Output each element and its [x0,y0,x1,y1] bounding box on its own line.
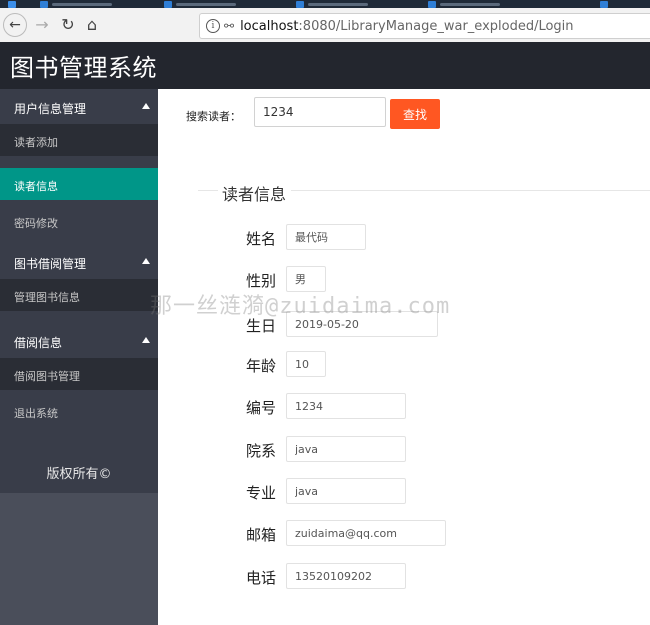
field-label: 专业 [246,484,277,502]
sidebar-item-password[interactable]: 密码修改 [0,200,158,244]
phone-field[interactable] [286,563,406,589]
sidebar-item-label: 密码修改 [14,217,58,230]
sidebar-item-label: 读者信息 [14,180,58,193]
department-field[interactable] [286,436,406,462]
form-row-email: 邮箱 [158,520,650,550]
form-row-phone: 电话 [158,563,650,593]
sidebar-group-label: 图书借阅管理 [14,257,87,271]
field-label: 院系 [246,442,277,460]
email-field[interactable] [286,520,446,546]
address-bar[interactable]: i ⚯ localhost:8080/LibraryManage_war_exp… [199,13,650,39]
field-label: 姓名 [246,230,277,248]
browser-tab-strip [0,0,650,8]
sidebar-item-book-manage[interactable]: 管理图书信息 [0,279,158,311]
browser-tab[interactable] [164,0,236,8]
tab-favicon-icon [8,0,16,8]
caret-up-icon [142,337,150,343]
browser-tab[interactable] [296,0,368,8]
age-field[interactable] [286,351,326,377]
forward-arrow-icon[interactable]: → [30,12,54,36]
caret-up-icon [142,258,150,264]
tab-favicon-icon [40,0,48,8]
reader-id-field[interactable] [286,393,406,419]
key-icon[interactable]: ⚯ [224,19,234,33]
form-row-name: 姓名 [158,224,650,254]
tab-favicon-icon [428,0,436,8]
field-label: 电话 [246,569,277,587]
sidebar-item-label: 读者添加 [14,136,58,149]
sidebar-group-borrow-info[interactable]: 借阅信息 [0,323,158,358]
field-label: 年龄 [246,357,277,375]
browser-tab[interactable] [600,0,608,8]
app-header: 图书管理系统 [0,42,650,89]
browser-tab[interactable] [40,0,112,8]
form-row-age: 年龄 [158,351,650,381]
search-button[interactable]: 查找 [390,99,440,129]
tab-favicon-icon [164,0,172,8]
search-reader-input[interactable] [254,97,386,127]
field-label: 邮箱 [246,526,277,544]
site-info-icon[interactable]: i [206,19,220,33]
major-field[interactable] [286,478,406,504]
name-field[interactable] [286,224,366,250]
sidebar: 用户信息管理 读者添加 读者信息 密码修改 图书借阅管理 管理图书信息 借阅信息… [0,89,158,625]
sidebar-group-label: 借阅信息 [14,336,63,350]
fieldset-border [198,190,218,191]
sidebar-item-logout[interactable]: 退出系统 [0,390,158,434]
app-title: 图书管理系统 [10,54,157,82]
browser-nav-bar: ← → ↻ ⌂ i ⚯ localhost:8080/LibraryManage… [0,8,650,43]
browser-tab[interactable] [8,0,16,8]
sidebar-item-label: 管理图书信息 [14,291,80,304]
reader-info-legend: 读者信息 [222,185,287,204]
reload-icon[interactable]: ↻ [56,12,80,36]
sidebar-group-label: 用户信息管理 [14,102,87,116]
form-row-id: 编号 [158,393,650,423]
sidebar-item-reader-info[interactable]: 读者信息 [0,168,158,200]
back-arrow-icon[interactable]: ← [3,13,27,37]
watermark-text: 那一丝涟漪@zuidaima.com [150,294,451,319]
search-label: 搜索读者： [186,110,241,123]
tab-favicon-icon [296,0,304,8]
form-row-department: 院系 [158,436,650,466]
field-label: 编号 [246,399,277,417]
browser-tab[interactable] [428,0,500,8]
form-row-major: 专业 [158,478,650,508]
main-content: 搜索读者： 查找 读者信息 姓名 性别 生日 年龄 编号 院系 专业 邮箱 电话 [158,89,650,625]
home-icon[interactable]: ⌂ [80,12,104,36]
caret-up-icon [142,103,150,109]
sidebar-item-label: 退出系统 [14,407,58,420]
sidebar-item-reader-add[interactable]: 读者添加 [0,124,158,156]
url-text[interactable]: localhost:8080/LibraryManage_war_explode… [240,19,573,34]
sidebar-group-user-info[interactable]: 用户信息管理 [0,89,158,124]
sidebar-item-label: 借阅图书管理 [14,370,80,383]
fieldset-border [291,190,650,191]
sidebar-group-borrow-manage[interactable]: 图书借阅管理 [0,244,158,279]
sidebar-item-borrow-manage[interactable]: 借阅图书管理 [0,358,158,390]
tab-favicon-icon [600,0,608,8]
copyright-text: 版权所有© [0,457,158,493]
